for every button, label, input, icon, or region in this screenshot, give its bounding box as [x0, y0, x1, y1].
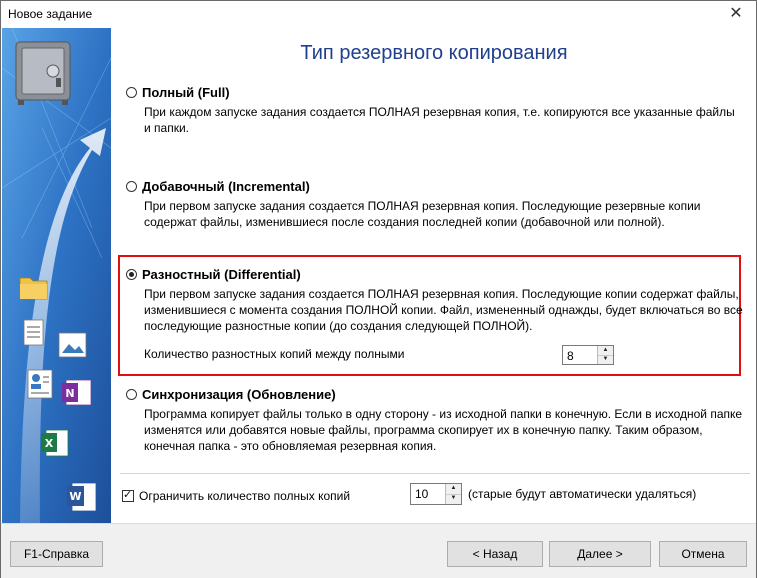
image-icon: [58, 332, 87, 358]
spin-down-icon[interactable]: ▼: [598, 355, 613, 364]
spin-down-icon[interactable]: ▼: [446, 494, 461, 504]
differential-count-label: Количество разностных копий между полным…: [144, 347, 405, 361]
differential-count-spin-buttons: ▲ ▼: [597, 346, 613, 364]
limit-full-copies-stepper[interactable]: 10 ▲ ▼: [410, 483, 462, 505]
limit-full-copies-checkbox[interactable]: [122, 488, 134, 502]
limit-full-copies-row: Ограничить количество полных копий: [122, 485, 350, 507]
differential-count-value[interactable]: 8: [567, 349, 574, 363]
divider: [120, 473, 750, 474]
option-differential-title[interactable]: Разностный (Differential): [142, 267, 301, 282]
option-sync-description: Программа копирует файлы только в одну с…: [144, 407, 743, 453]
onenote-icon: N: [62, 379, 92, 406]
option-differential-description: При первом запуске задания создается ПОЛ…: [144, 287, 743, 333]
main-content: Тип резервного копирования Полный (Full)…: [112, 28, 756, 523]
option-full-title[interactable]: Полный (Full): [142, 85, 230, 100]
contact-card-icon: [27, 369, 53, 399]
close-icon[interactable]: ✕: [724, 3, 748, 25]
limit-hint: (старые будут автоматически удаляться): [468, 487, 697, 501]
cancel-button[interactable]: Отмена: [659, 541, 747, 567]
help-button[interactable]: F1-Справка: [10, 541, 103, 567]
svg-text:N: N: [65, 387, 74, 400]
option-incremental: Добавочный (Incremental) При первом запу…: [126, 178, 746, 230]
button-bar: F1-Справка < Назад Далее > Отмена: [1, 523, 756, 578]
option-sync: Синхронизация (Обновление) Программа коп…: [126, 386, 746, 454]
radio-differential[interactable]: [126, 268, 137, 280]
window-title: Новое задание: [8, 7, 93, 21]
radio-sync[interactable]: [126, 388, 137, 400]
radio-full[interactable]: [126, 86, 137, 98]
limit-spin-buttons: ▲ ▼: [445, 484, 461, 504]
radio-incremental[interactable]: [126, 180, 137, 192]
dialog-window: Новое задание ✕ N X W Тип резервного коп…: [0, 0, 757, 578]
differential-count-stepper[interactable]: 8 ▲ ▼: [562, 345, 614, 365]
option-incremental-description: При первом запуске задания создается ПОЛ…: [144, 199, 701, 229]
back-button[interactable]: < Назад: [447, 541, 543, 567]
limit-full-copies-label[interactable]: Ограничить количество полных копий: [139, 489, 350, 503]
folder-icon: [19, 277, 48, 300]
document-icon: [23, 319, 44, 346]
option-differential: Разностный (Differential) При первом зап…: [126, 266, 746, 334]
option-incremental-title[interactable]: Добавочный (Incremental): [142, 179, 310, 194]
side-banner-art: N X W: [2, 28, 111, 523]
side-banner: N X W: [2, 28, 111, 523]
option-full-description: При каждом запуске задания создается ПОЛ…: [144, 105, 735, 135]
limit-full-copies-value[interactable]: 10: [415, 487, 428, 501]
safe-icon: [15, 41, 71, 105]
option-sync-title[interactable]: Синхронизация (Обновление): [142, 387, 336, 402]
svg-text:X: X: [45, 437, 54, 450]
next-button[interactable]: Далее >: [549, 541, 651, 567]
page-title: Тип резервного копирования: [300, 42, 568, 64]
option-full: Полный (Full) При каждом запуске задания…: [126, 84, 746, 136]
title-bar: Новое задание ✕: [1, 1, 756, 27]
svg-text:W: W: [69, 490, 81, 503]
